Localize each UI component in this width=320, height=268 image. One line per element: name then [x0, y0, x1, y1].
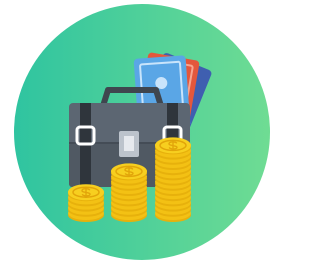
money-illustration — [14, 4, 270, 260]
coin-top-2 — [111, 163, 147, 180]
coin-top-3 — [155, 137, 191, 154]
illustration-canvas — [0, 0, 282, 268]
coin-top-1 — [68, 184, 104, 201]
